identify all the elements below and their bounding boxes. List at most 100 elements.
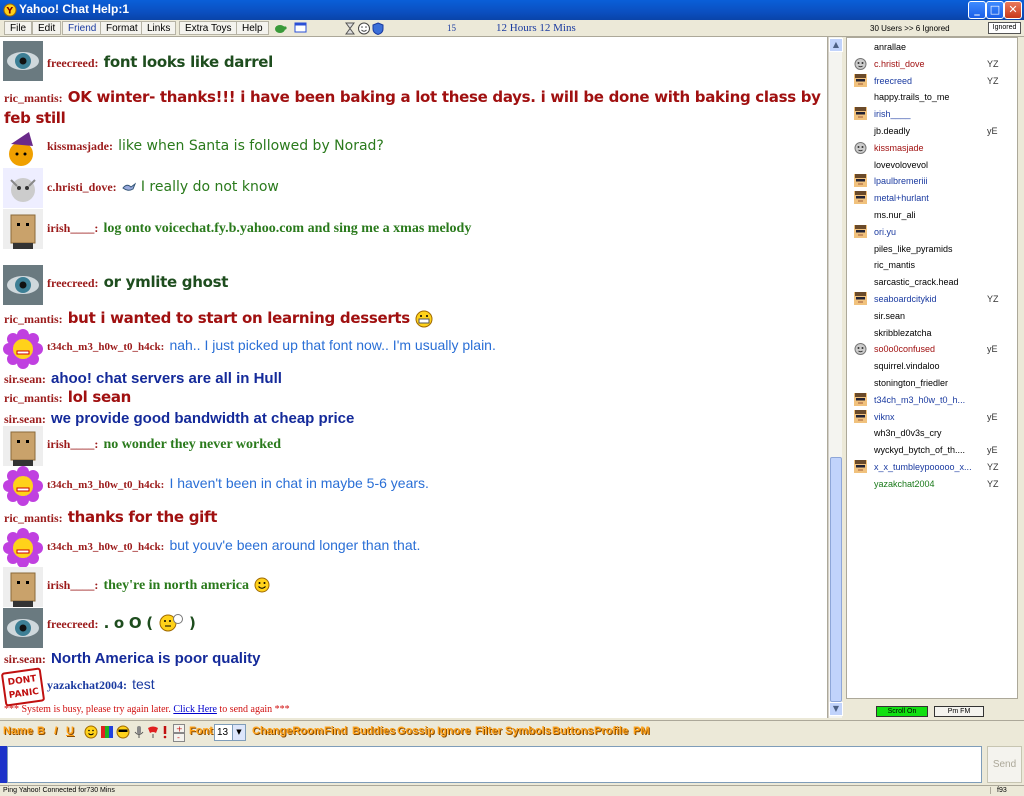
user-list-item[interactable]: skribblezatcha bbox=[847, 325, 1017, 341]
user-list-item[interactable]: jb.deadly yE bbox=[847, 123, 1017, 139]
user-list-item[interactable]: metal+hurlant bbox=[847, 190, 1017, 206]
voice-icon[interactable] bbox=[132, 725, 146, 739]
scroll-down-arrow-icon[interactable]: ▼ bbox=[829, 702, 843, 716]
font-size-select[interactable]: 13 ▼ bbox=[214, 724, 246, 741]
gossip-button[interactable]: Gossip bbox=[397, 725, 434, 737]
chat-message: yazakchat2004: test bbox=[47, 674, 155, 693]
message-nick[interactable]: kissmasjade: bbox=[47, 139, 113, 153]
menu-edit[interactable]: Edit bbox=[32, 21, 62, 35]
pm-button[interactable]: PM bbox=[633, 725, 650, 737]
send-button[interactable]: Send bbox=[987, 746, 1022, 783]
chat-scrollbar[interactable]: ▲ ▼ bbox=[828, 37, 843, 718]
message-nick[interactable]: t34ch_m3_h0w_t0_h4ck: bbox=[47, 341, 164, 353]
smiley-icon[interactable] bbox=[357, 22, 371, 35]
user-list-item[interactable]: wyckyd_bytch_of_th.... yE bbox=[847, 442, 1017, 458]
message-nick[interactable]: freecreed: bbox=[47, 617, 99, 631]
menu-file[interactable]: File bbox=[4, 21, 33, 35]
message-nick[interactable]: ric_mantis: bbox=[4, 511, 63, 525]
pm-fm-button[interactable]: Pm FM bbox=[934, 706, 984, 717]
menu-format[interactable]: Format bbox=[100, 21, 144, 35]
name-button[interactable]: Name bbox=[3, 725, 33, 737]
ignored-button[interactable]: Ignored bbox=[988, 22, 1021, 34]
user-list-item[interactable]: ori.yu bbox=[847, 224, 1017, 240]
user-list-item[interactable]: kissmasjade bbox=[847, 140, 1017, 156]
turtle-icon[interactable] bbox=[273, 22, 287, 35]
user-cat-icon bbox=[854, 141, 867, 154]
user-list-item[interactable]: ms.nur_ali bbox=[847, 207, 1017, 223]
buddies-button[interactable]: Buddies bbox=[352, 725, 395, 737]
profile-button[interactable]: Profile bbox=[594, 725, 628, 737]
message-text: thanks for the gift bbox=[67, 508, 218, 526]
sunglasses-emoticon-icon[interactable] bbox=[116, 725, 130, 739]
message-nick[interactable]: c.hristi_dove: bbox=[47, 180, 117, 194]
message-nick[interactable]: sir.sean: bbox=[4, 652, 46, 666]
menu-help[interactable]: Help bbox=[236, 21, 269, 35]
emoticon-icon[interactable] bbox=[84, 725, 98, 739]
message-nick[interactable]: sir.sean: bbox=[4, 412, 46, 426]
message-nick[interactable]: yazakchat2004: bbox=[47, 678, 127, 692]
font-button[interactable]: Font bbox=[189, 725, 213, 737]
color-picker-icon[interactable] bbox=[100, 725, 114, 739]
chevron-down-icon[interactable]: ▼ bbox=[232, 725, 245, 740]
message-nick[interactable]: t34ch_m3_h0w_t0_h4ck: bbox=[47, 541, 164, 553]
maximize-button[interactable]: □ bbox=[986, 1, 1004, 19]
user-list-item[interactable]: viknx yE bbox=[847, 409, 1017, 425]
symbols-button[interactable]: Symbols bbox=[505, 725, 551, 737]
menu-links[interactable]: Links bbox=[141, 21, 177, 35]
user-list-item[interactable]: piles_like_pyramids bbox=[847, 241, 1017, 257]
scroll-thumb[interactable] bbox=[830, 457, 842, 702]
user-list-item[interactable]: t34ch_m3_h0w_t0_h... bbox=[847, 392, 1017, 408]
chat-message: ric_mantis: thanks for the gift bbox=[4, 507, 217, 526]
message-nick[interactable]: freecreed: bbox=[47, 56, 99, 70]
user-list-item[interactable]: seaboardcitykid YZ bbox=[847, 291, 1017, 307]
find-button[interactable]: Find bbox=[324, 725, 347, 737]
input-accent-bar bbox=[0, 746, 7, 783]
user-list-item[interactable]: wh3n_d0v3s_cry bbox=[847, 425, 1017, 441]
message-nick[interactable]: irish____: bbox=[47, 437, 98, 451]
ignore-button[interactable]: Ignore bbox=[437, 725, 471, 737]
change-room-button[interactable]: ChangeRoom bbox=[252, 725, 324, 737]
message-nick[interactable]: freecreed: bbox=[47, 276, 99, 290]
message-nick[interactable]: ric_mantis: bbox=[4, 312, 63, 326]
windows-icon[interactable] bbox=[294, 22, 308, 35]
dove-avatar bbox=[3, 168, 43, 208]
click-here-link[interactable]: Click Here bbox=[173, 704, 217, 715]
scroll-on-button[interactable]: Scroll On bbox=[876, 706, 928, 717]
user-list-item[interactable]: irish____ bbox=[847, 106, 1017, 122]
user-list-item[interactable]: sir.sean bbox=[847, 308, 1017, 324]
close-button[interactable]: ✕ bbox=[1004, 1, 1022, 19]
user-list-item[interactable]: freecreed YZ bbox=[847, 73, 1017, 89]
user-list-item[interactable]: squirrel.vindaloo bbox=[847, 358, 1017, 374]
hourglass-icon[interactable] bbox=[343, 22, 357, 35]
message-nick[interactable]: irish____: bbox=[47, 221, 98, 235]
message-nick[interactable]: ric_mantis: bbox=[4, 91, 63, 105]
message-nick[interactable]: irish____: bbox=[47, 578, 98, 592]
font-size-stepper-icon[interactable]: + - bbox=[172, 724, 186, 742]
user-list-item[interactable]: happy.trails_to_me bbox=[847, 89, 1017, 105]
user-list-item[interactable]: so0o0confused yE bbox=[847, 341, 1017, 357]
user-list-item[interactable]: yazakchat2004 YZ bbox=[847, 476, 1017, 492]
message-nick[interactable]: ric_mantis: bbox=[4, 391, 63, 405]
user-list-item[interactable]: lovevolovevol bbox=[847, 157, 1017, 173]
filter-button[interactable]: Filter bbox=[475, 725, 502, 737]
minimize-button[interactable]: _ bbox=[968, 1, 986, 19]
user-list-item[interactable]: stonington_friedler bbox=[847, 375, 1017, 391]
user-list-item[interactable]: x_x_tumbleypooooo_x... YZ bbox=[847, 459, 1017, 475]
user-list-item[interactable]: ric_mantis bbox=[847, 257, 1017, 273]
user-list-item[interactable]: c.hristi_dove YZ bbox=[847, 56, 1017, 72]
alert-icon[interactable] bbox=[158, 725, 172, 739]
user-list-item[interactable]: anrallae bbox=[847, 39, 1017, 55]
message-nick[interactable]: sir.sean: bbox=[4, 372, 46, 386]
message-input[interactable] bbox=[7, 746, 982, 783]
shield-icon[interactable] bbox=[371, 22, 385, 35]
menu-extra-toys[interactable]: Extra Toys bbox=[179, 21, 238, 35]
bold-button[interactable]: B bbox=[37, 725, 45, 737]
scroll-up-arrow-icon[interactable]: ▲ bbox=[829, 38, 843, 52]
italic-button[interactable]: I bbox=[54, 725, 57, 737]
user-list-item[interactable]: lpaulbremeriii bbox=[847, 173, 1017, 189]
underline-button[interactable]: U bbox=[66, 725, 74, 737]
menu-friend[interactable]: Friend bbox=[62, 21, 103, 35]
buttons-button[interactable]: Buttons bbox=[552, 725, 594, 737]
message-nick[interactable]: t34ch_m3_h0w_t0_h4ck: bbox=[47, 479, 164, 491]
user-list-item[interactable]: sarcastic_crack.head bbox=[847, 274, 1017, 290]
